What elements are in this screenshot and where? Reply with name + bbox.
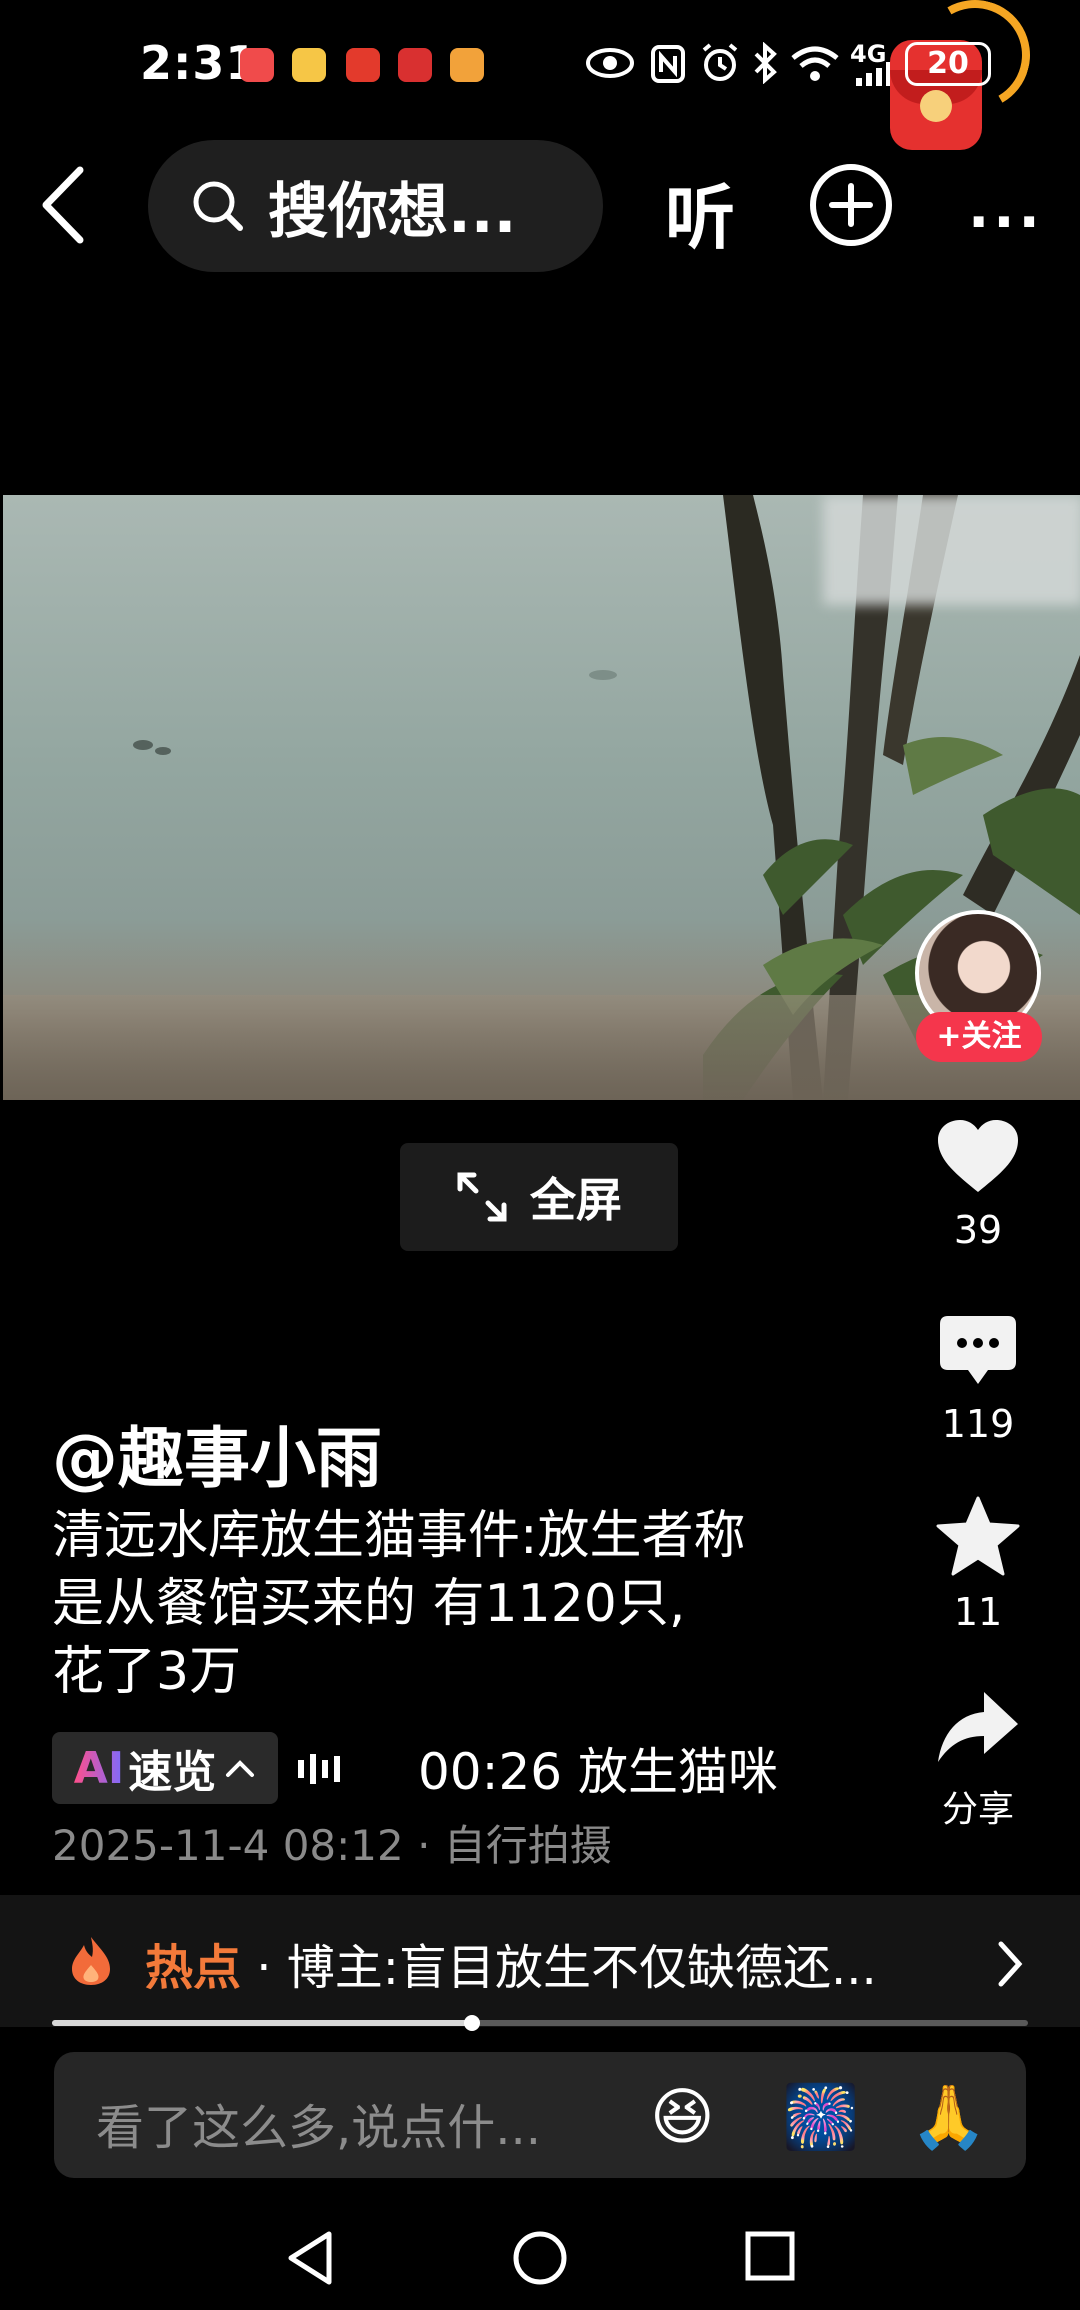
notification-app-icon [240, 48, 274, 82]
star-icon [936, 1496, 1020, 1576]
ai-prefix: AI [73, 1742, 125, 1794]
nav-recents-icon[interactable] [744, 2230, 796, 2282]
more-options-button[interactable]: ··· [968, 190, 1044, 255]
expand-icon [457, 1172, 507, 1222]
add-button[interactable] [808, 162, 894, 248]
post-description: 清远水库放生猫事件:放生者称 是从餐馆买来的 有1120只, 花了3万 [52, 1502, 832, 1706]
notification-app-icon [346, 48, 380, 82]
audio-wave-icon [298, 1754, 340, 1784]
bluetooth-icon [754, 42, 777, 84]
description-line: 清远水库放生猫事件:放生者称 [52, 1506, 746, 1566]
follow-button[interactable]: +关注 [916, 1012, 1042, 1062]
share-label: 分享 [941, 1789, 1014, 1830]
music-info[interactable]: 00:26 放生猫咪 [418, 1732, 778, 1804]
fire-icon [72, 1937, 110, 1985]
comment-bubble-icon [940, 1316, 1016, 1384]
video-app-icon [450, 48, 484, 82]
share-arrow-icon [938, 1692, 1018, 1762]
nav-back-icon[interactable] [285, 2230, 335, 2286]
comment-placeholder: 看了这么多,说点什... [96, 2100, 542, 2156]
nav-home-icon[interactable] [512, 2230, 568, 2286]
search-box[interactable]: 搜你想... [148, 140, 603, 272]
eye-icon [586, 48, 634, 78]
battery-indicator: 20 [905, 42, 991, 86]
description-line: 是从餐馆买来的 有1120只, [52, 1574, 686, 1634]
wifi-icon [791, 46, 839, 81]
video-player[interactable] [3, 495, 1080, 1100]
chevron-right-icon [998, 1941, 1023, 1987]
alarm-icon [702, 43, 738, 81]
nfc-icon [651, 45, 685, 83]
ai-summary-label: 速览 [128, 1747, 217, 1798]
favorite-count: 11 [953, 1590, 1003, 1634]
chevron-up-icon [226, 1760, 255, 1777]
comment-count: 119 [941, 1402, 1015, 1446]
notification-app-icon [398, 48, 432, 82]
comment-action[interactable]: 119 [918, 1314, 1038, 1446]
fullscreen-label: 全屏 [530, 1173, 622, 1227]
search-icon [193, 181, 243, 231]
fullscreen-button[interactable]: 全屏 [400, 1143, 678, 1251]
hot-topic-label: 热点 [145, 1940, 242, 1996]
search-placeholder: 搜你想... [268, 176, 517, 247]
share-action[interactable]: 分享 [918, 1690, 1038, 1832]
pray-emoji-button[interactable]: 🙏 [910, 2080, 987, 2154]
hot-topic-text: 热点 · 博主:盲目放生不仅缺德还... [145, 1928, 877, 1998]
like-action[interactable]: 39 [918, 1118, 1038, 1252]
favorite-action[interactable]: 11 [918, 1496, 1038, 1634]
like-count: 39 [953, 1208, 1003, 1252]
laughing-emoji-button[interactable]: 😆 [650, 2080, 715, 2153]
progress-fill [52, 2020, 472, 2026]
description-line: 花了3万 [52, 1642, 242, 1702]
hot-topic-headline: · 博主:盲目放生不仅缺德还... [241, 1940, 877, 1996]
ai-summary-button[interactable]: AI 速览 [52, 1732, 278, 1804]
progress-knob[interactable] [463, 2015, 480, 2031]
author-name[interactable]: @趣事小雨 [52, 1405, 382, 1501]
battery-level: 20 [927, 46, 969, 81]
heart-icon [938, 1120, 1018, 1192]
weibo-icon [292, 48, 326, 82]
post-meta: 2025-11-4 08:12 · 自行拍摄 [52, 1821, 612, 1870]
back-button[interactable] [30, 160, 100, 250]
fireworks-emoji-button[interactable]: 🎆 [782, 2080, 859, 2154]
listen-button[interactable]: 听 [665, 162, 735, 263]
